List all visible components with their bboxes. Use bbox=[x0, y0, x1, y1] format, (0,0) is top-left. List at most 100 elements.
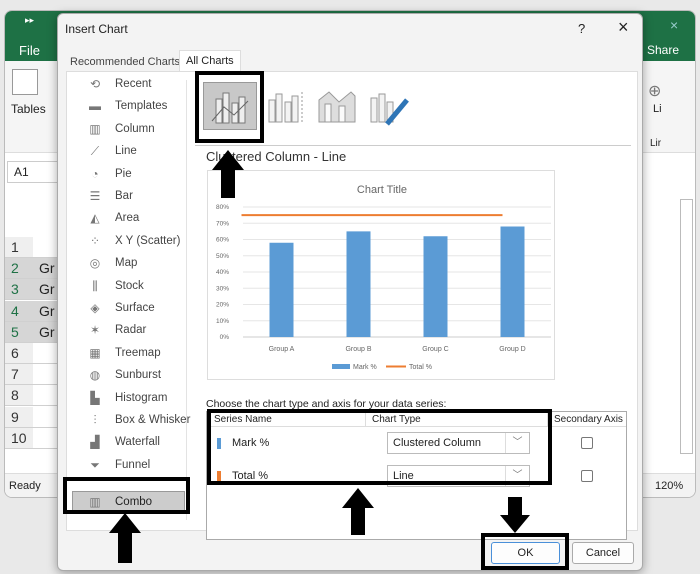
chart-title: Chart Title bbox=[357, 184, 407, 196]
chart-type-icon: ⟋ bbox=[90, 144, 100, 159]
header-secondary-axis: Secondary Axis bbox=[554, 414, 623, 425]
chart-type-label: Line bbox=[115, 145, 137, 158]
chart-type-icon: ▟ bbox=[90, 435, 100, 450]
chart-type-label: Column bbox=[115, 122, 155, 135]
x-tick-label: Group B bbox=[345, 346, 371, 353]
row-header[interactable]: 7 bbox=[5, 364, 33, 386]
x-tick-label: Group C bbox=[422, 346, 448, 353]
chart-type-item[interactable]: ◎ Map bbox=[87, 252, 193, 274]
chart-type-icon: ☰ bbox=[89, 189, 101, 203]
chart-type-icon: ⏷ bbox=[90, 457, 100, 472]
file-tab[interactable]: File bbox=[19, 43, 40, 58]
row-header[interactable]: 10 bbox=[5, 427, 33, 449]
chart-type-icon: ◭ bbox=[90, 211, 100, 226]
chart-type-icon: ▬ bbox=[89, 99, 101, 114]
highlight-box-series bbox=[207, 409, 552, 485]
vertical-scrollbar[interactable] bbox=[680, 199, 693, 454]
chart-type-label: Map bbox=[115, 257, 138, 270]
chart-type-label: Waterfall bbox=[115, 436, 160, 449]
chart-type-icon: ⁘ bbox=[89, 233, 101, 248]
y-tick-label: 20% bbox=[216, 302, 229, 309]
bar-mark-group-b bbox=[346, 231, 371, 337]
row-header[interactable]: 5 bbox=[5, 321, 33, 343]
chart-type-item[interactable]: ▥ Column bbox=[87, 118, 193, 140]
chart-type-item[interactable]: ▬ Templates bbox=[87, 95, 193, 117]
chart-type-icon: ▥ bbox=[89, 121, 101, 136]
chart-type-label: Recent bbox=[115, 78, 152, 90]
row-header[interactable]: 1 bbox=[5, 237, 33, 258]
row-header[interactable]: 8 bbox=[5, 385, 33, 407]
chart-type-icon: ✶ bbox=[89, 323, 101, 338]
chart-type-icon: ⟲ bbox=[89, 77, 101, 91]
table-icon[interactable] bbox=[12, 69, 38, 95]
chart-type-icon: ◎ bbox=[89, 256, 101, 271]
status-text: Ready bbox=[9, 480, 41, 492]
row-header[interactable]: 9 bbox=[5, 406, 33, 428]
name-box[interactable]: A1 bbox=[7, 161, 59, 183]
chart-type-item[interactable]: ◍ Sunburst bbox=[87, 364, 193, 386]
cancel-button[interactable]: Cancel bbox=[572, 542, 634, 564]
secondary-axis-checkbox[interactable] bbox=[581, 437, 593, 449]
chart-type-icon: ◔ bbox=[91, 166, 99, 181]
secondary-axis-checkbox[interactable] bbox=[581, 470, 593, 482]
chart-type-item[interactable]: ⟋ Line bbox=[87, 140, 193, 162]
subtype-column-line-secondary-axis[interactable] bbox=[265, 86, 305, 126]
bar-mark-group-d bbox=[500, 226, 525, 337]
expand-icon[interactable]: ▸▸ bbox=[25, 15, 34, 26]
tab-recommended-charts[interactable]: Recommended Charts bbox=[64, 52, 186, 72]
links-button[interactable]: Li bbox=[653, 103, 662, 115]
legend-total: Total % bbox=[409, 364, 432, 371]
chart-type-label: Sunburst bbox=[115, 369, 162, 382]
chart-type-label: Radar bbox=[115, 324, 147, 337]
chart-type-label: Surface bbox=[115, 302, 155, 314]
chart-type-item[interactable]: ⏷ Funnel bbox=[87, 454, 193, 476]
share-button[interactable]: Share bbox=[647, 43, 679, 57]
chart-type-item[interactable]: ▦ Treemap bbox=[87, 342, 193, 364]
links-group-label: Lir bbox=[650, 138, 662, 149]
chart-type-icon: ▦ bbox=[89, 345, 101, 360]
chart-type-icon: ⫶ bbox=[93, 413, 97, 427]
chart-type-icon: ▙ bbox=[90, 390, 100, 405]
legend-swatch-mark bbox=[332, 364, 350, 369]
zoom-level[interactable]: 120% bbox=[655, 480, 683, 492]
help-button[interactable]: ? bbox=[578, 21, 585, 36]
subtype-stacked-area-column[interactable] bbox=[317, 86, 357, 126]
chart-type-label: Histogram bbox=[115, 391, 168, 404]
chart-type-item[interactable]: ◔ Pie bbox=[87, 163, 193, 185]
y-tick-label: 50% bbox=[216, 253, 229, 260]
chart-type-label: Bar bbox=[115, 190, 133, 202]
subtype-custom-combination[interactable] bbox=[369, 86, 413, 130]
chart-type-item[interactable]: ▙ Histogram bbox=[87, 387, 193, 409]
row-header[interactable]: 3 bbox=[5, 279, 33, 301]
row-header[interactable]: 6 bbox=[5, 343, 33, 364]
y-tick-label: 10% bbox=[216, 318, 229, 325]
chart-type-item[interactable]: ⁘ X Y (Scatter) bbox=[87, 230, 193, 252]
y-tick-label: 80% bbox=[216, 204, 229, 211]
highlight-box-ok bbox=[481, 533, 569, 570]
chart-type-item[interactable]: ✶ Radar bbox=[87, 319, 193, 341]
chart-type-icon: ⫼ bbox=[92, 278, 98, 293]
chart-type-item[interactable]: ▟ Waterfall bbox=[87, 431, 193, 453]
x-tick-label: Group D bbox=[499, 346, 525, 353]
chart-svg: Chart Title 0% 10% 20% 30% 40% 50% 60% 70% 80% Gr… bbox=[216, 184, 551, 371]
chart-type-item[interactable]: ⫶ Box & Whisker bbox=[87, 409, 193, 431]
highlight-box-subtype bbox=[195, 71, 264, 143]
close-icon[interactable]: × bbox=[670, 17, 678, 33]
x-tick-label: Group A bbox=[269, 346, 295, 353]
highlight-box-combo bbox=[63, 477, 190, 514]
chart-type-label: Box & Whisker bbox=[115, 414, 191, 426]
bar-mark-group-a bbox=[269, 242, 294, 337]
tables-button[interactable]: Tables bbox=[11, 102, 46, 116]
chart-type-label: Pie bbox=[115, 167, 132, 180]
chart-type-item[interactable]: ◭ Area bbox=[87, 207, 193, 229]
chart-type-item[interactable]: ⟲ Recent bbox=[87, 73, 193, 95]
chart-type-item[interactable]: ◈ Surface bbox=[87, 297, 193, 319]
close-button[interactable]: × bbox=[618, 17, 629, 38]
tab-all-charts[interactable]: All Charts bbox=[179, 50, 241, 72]
row-header[interactable]: 4 bbox=[5, 300, 33, 322]
chart-type-item[interactable]: ☰ Bar bbox=[87, 185, 193, 207]
row-header[interactable]: 2 bbox=[5, 258, 33, 280]
chart-type-label: Treemap bbox=[115, 346, 161, 359]
dialog-title: Insert Chart bbox=[65, 22, 128, 36]
chart-type-item[interactable]: ⫼ Stock bbox=[87, 275, 193, 297]
